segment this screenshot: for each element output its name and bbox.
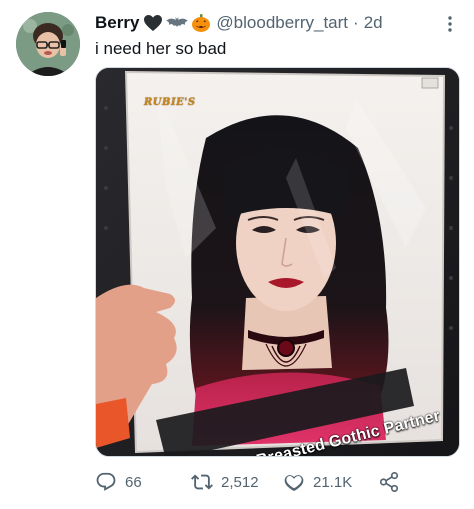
like-button[interactable]: 21.1K: [283, 471, 352, 493]
avatar[interactable]: [16, 12, 80, 76]
tweet-actions: 66 2,512 21.1K: [95, 470, 415, 494]
like-count: 21.1K: [313, 473, 353, 491]
jack-o-lantern-icon: [191, 13, 211, 33]
separator-dot: ·: [353, 13, 359, 32]
share-icon: [378, 471, 400, 493]
bat-icon: [165, 14, 189, 32]
package-brand-label: RUBIE'S: [144, 97, 196, 108]
retweet-icon: [191, 471, 213, 493]
share-button[interactable]: [378, 471, 400, 493]
reply-count: 66: [125, 473, 142, 491]
tweet-media-photo[interactable]: RUBIE'S Ample Breasted Gothic Partner: [95, 67, 460, 457]
more-options-icon[interactable]: [440, 14, 460, 34]
tweet-header: Berry @bloodberry_tart · 2d: [95, 12, 383, 34]
black-heart-icon: [143, 14, 163, 32]
heart-icon: [283, 471, 305, 493]
retweet-count: 2,512: [221, 473, 259, 491]
user-handle[interactable]: @bloodberry_tart: [216, 12, 348, 34]
display-name[interactable]: Berry: [95, 12, 139, 34]
reply-button[interactable]: 66: [95, 471, 142, 493]
retweet-button[interactable]: 2,512: [191, 471, 259, 493]
timestamp[interactable]: 2d: [364, 12, 383, 34]
reply-icon: [95, 471, 117, 493]
tweet-text: i need her so bad: [95, 39, 227, 58]
tweet: Berry @bloodberry_tart · 2d i need her s…: [0, 0, 474, 509]
